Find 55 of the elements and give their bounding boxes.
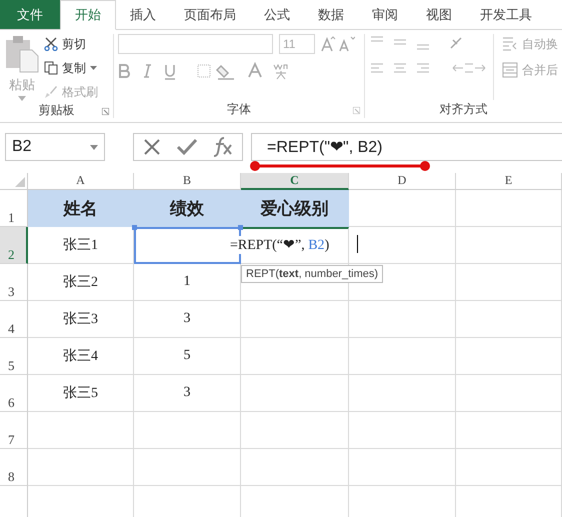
close-icon[interactable] (142, 137, 162, 157)
ribbon-tab[interactable]: 页面布局 (170, 0, 250, 29)
header-cell: 绩效 (134, 190, 241, 227)
scissors-icon (44, 37, 58, 51)
row-header[interactable]: 8 (0, 449, 28, 486)
text-cursor (357, 235, 358, 253)
column-header[interactable]: C (241, 173, 349, 190)
ribbon-tab[interactable]: 视图 (412, 0, 466, 29)
dialog-launcher-icon (353, 107, 360, 114)
clipboard-icon (4, 34, 40, 74)
table-cell: 3 (134, 301, 241, 338)
column-header[interactable]: D (349, 173, 456, 190)
function-icon[interactable] (212, 136, 234, 158)
caret-icon (18, 96, 26, 101)
table-cell: 张三2 (28, 264, 134, 301)
table-cell: 张三4 (28, 338, 134, 375)
ribbon-tab[interactable]: 公式 (250, 0, 304, 29)
brush-icon (44, 85, 58, 99)
cell-formula: =REPT(“❤”, B2) (230, 236, 330, 254)
group-title: 剪贴板 (38, 102, 74, 119)
ribbon-tab[interactable]: 数据 (304, 0, 358, 29)
table-cell: 张三3 (28, 301, 134, 338)
phonetic-icon (272, 62, 290, 80)
font-size-icon (321, 36, 355, 52)
caret-icon (90, 66, 97, 70)
table-cell: 5 (134, 338, 241, 375)
checkmark-icon[interactable] (176, 137, 198, 157)
header-cell: 爱心级别 (241, 190, 349, 227)
ribbon-tab[interactable]: 开发工具 (466, 0, 546, 29)
table-cell: 张三1 (28, 227, 134, 264)
row-header[interactable]: 5 (0, 338, 28, 375)
row-header[interactable]: 2 (0, 227, 28, 264)
column-header[interactable]: E (456, 173, 562, 190)
file-tab[interactable]: 文件 (0, 0, 60, 29)
row-header[interactable]: 7 (0, 412, 28, 449)
group-title: 对齐方式 (440, 100, 488, 118)
wrap-text-icon (502, 36, 518, 52)
merge-icon (502, 62, 518, 78)
formula-field[interactable]: =REPT("❤", B2) (251, 133, 562, 161)
table-cell: 3 (134, 375, 241, 412)
table-cell: 张三5 (28, 375, 134, 412)
ribbon-tab[interactable]: 插入 (116, 0, 170, 29)
name-box[interactable]: B2 (5, 133, 105, 161)
group-title: 字体 (227, 100, 251, 118)
header-cell: 姓名 (28, 190, 134, 227)
dialog-launcher-icon (102, 108, 109, 115)
caret-icon (90, 144, 98, 150)
font-color-icon (248, 62, 262, 80)
copy-icon (44, 61, 58, 75)
ribbon-tab[interactable]: 审阅 (358, 0, 412, 29)
row-header[interactable]: 6 (0, 375, 28, 412)
ribbon-tab[interactable]: 开始 (60, 0, 116, 30)
function-tooltip: REPT(text, number_times) (241, 265, 384, 283)
row-header[interactable]: 4 (0, 301, 28, 338)
row-header[interactable]: 3 (0, 264, 28, 301)
